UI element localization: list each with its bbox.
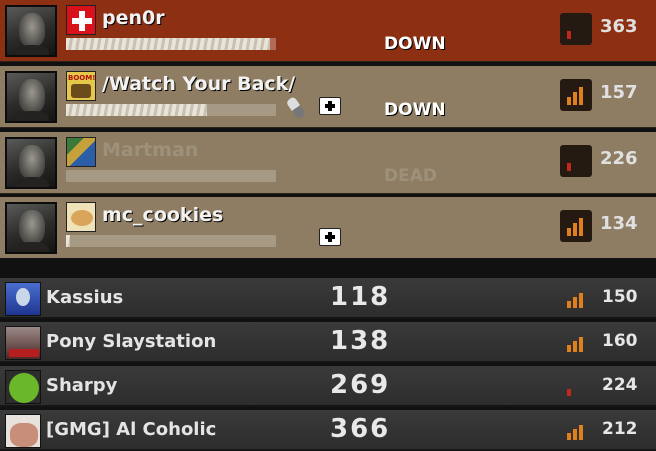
player-status: DOWN xyxy=(384,100,446,120)
player-score: 366 xyxy=(330,414,391,444)
infected-row[interactable]: Pony Slaystation 138 160 xyxy=(0,322,656,363)
infected-row[interactable]: Sharpy 269 224 xyxy=(0,366,656,407)
signal-bar xyxy=(567,97,571,105)
infected-row[interactable]: Kassius 118 150 xyxy=(0,278,656,319)
signal-bar xyxy=(573,341,577,352)
survivor-row[interactable]: BOOM! /Watch Your Back/ DOWN 157 xyxy=(0,66,656,128)
player-ping: 224 xyxy=(602,375,638,395)
signal-bar xyxy=(579,153,583,171)
survivor-row[interactable]: mc_cookies 134 xyxy=(0,197,656,259)
signal-bar xyxy=(567,389,571,396)
player-ping: 157 xyxy=(600,82,638,103)
character-portrait xyxy=(5,5,57,57)
player-score: 269 xyxy=(330,370,391,400)
player-score: 138 xyxy=(330,326,391,356)
connection-signal-icon xyxy=(560,145,592,177)
connection-signal-icon xyxy=(560,13,592,45)
connection-signal-icon xyxy=(560,210,592,242)
team-divider xyxy=(0,258,656,278)
signal-bar xyxy=(579,21,583,39)
player-name: Martman xyxy=(102,139,199,161)
signal-bar xyxy=(573,223,577,236)
signal-bar xyxy=(573,158,577,171)
connection-signal-icon xyxy=(562,330,588,356)
survivor-row[interactable]: Martman DEAD 226 xyxy=(0,132,656,194)
player-score: 118 xyxy=(330,282,391,312)
medkit-icon xyxy=(319,97,341,115)
player-ping: 226 xyxy=(600,148,638,169)
connection-signal-icon xyxy=(562,418,588,444)
player-name: /Watch Your Back/ xyxy=(102,73,296,95)
connection-signal-icon xyxy=(562,374,588,400)
signal-bar xyxy=(579,87,583,105)
connection-signal-icon xyxy=(560,79,592,111)
player-ping: 160 xyxy=(602,331,638,351)
player-status: DOWN xyxy=(384,34,446,54)
player-name: [GMG] Al Coholic xyxy=(46,419,217,440)
survivor-row[interactable]: pen0r DOWN 363 xyxy=(0,0,656,62)
character-portrait xyxy=(5,137,57,189)
signal-bar xyxy=(573,26,577,39)
connection-signal-icon xyxy=(562,286,588,312)
cookie-icon xyxy=(66,202,96,232)
pixel-character-icon xyxy=(66,137,96,167)
player-name: Kassius xyxy=(46,287,124,308)
signal-bar xyxy=(579,293,583,308)
signal-bar xyxy=(573,429,577,440)
signal-bar xyxy=(567,31,571,39)
character-portrait xyxy=(5,71,57,123)
cartoon-character-icon xyxy=(5,282,41,316)
player-name: Sharpy xyxy=(46,375,118,396)
signal-bar xyxy=(567,433,571,440)
health-bar xyxy=(66,38,276,50)
space-invader-icon xyxy=(5,370,41,404)
player-name: mc_cookies xyxy=(102,204,224,226)
signal-bar xyxy=(573,297,577,308)
poster-icon xyxy=(5,326,41,360)
player-ping: 363 xyxy=(600,16,638,37)
medkit-icon xyxy=(319,228,341,246)
signal-bar xyxy=(579,337,583,352)
signal-bar xyxy=(567,228,571,236)
player-name: Pony Slaystation xyxy=(46,331,217,352)
signal-bar xyxy=(567,345,571,352)
health-bar xyxy=(66,104,276,116)
character-portrait xyxy=(5,202,57,254)
signal-bar xyxy=(579,425,583,440)
health-bar xyxy=(66,235,276,247)
health-bar xyxy=(66,170,276,182)
player-ping: 212 xyxy=(602,419,638,439)
boom-comic-icon: BOOM! xyxy=(66,71,96,101)
signal-bar xyxy=(567,163,571,171)
player-ping: 134 xyxy=(600,213,638,234)
player-name: pen0r xyxy=(102,7,165,29)
player-status: DEAD xyxy=(384,166,437,186)
signal-bar xyxy=(573,92,577,105)
signal-bar xyxy=(579,381,583,396)
signal-bar xyxy=(573,385,577,396)
signal-bar xyxy=(579,218,583,236)
infected-row[interactable]: [GMG] Al Coholic 366 212 xyxy=(0,410,656,451)
swiss-flag-icon xyxy=(66,5,96,35)
meme-face-icon xyxy=(5,414,41,448)
signal-bar xyxy=(567,301,571,308)
player-ping: 150 xyxy=(602,287,638,307)
